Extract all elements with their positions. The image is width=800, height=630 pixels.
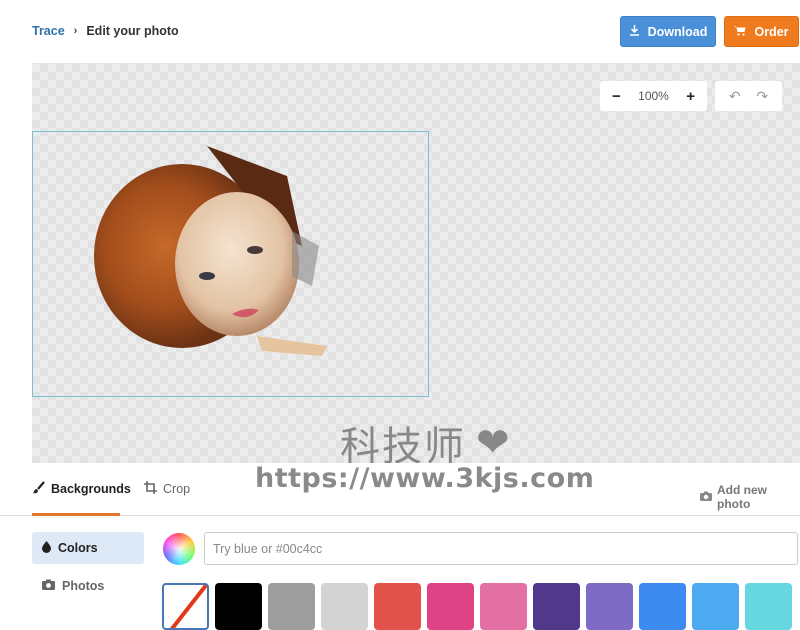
history-control: ↶ ↷ bbox=[715, 81, 782, 111]
sidebar-item-colors-label: Colors bbox=[58, 541, 98, 555]
tab-crop[interactable]: Crop bbox=[144, 481, 190, 497]
breadcrumb: Trace › Edit your photo bbox=[32, 24, 179, 38]
watermark-text: 科技师 ❤ bbox=[340, 414, 512, 463]
tab-backgrounds[interactable]: Backgrounds bbox=[32, 481, 131, 497]
color-swatch-cyan[interactable] bbox=[745, 583, 792, 630]
sidebar-item-photos-label: Photos bbox=[62, 579, 105, 593]
crop-icon bbox=[144, 481, 157, 497]
undo-icon[interactable]: ↶ bbox=[729, 88, 741, 105]
color-swatch-magenta[interactable] bbox=[427, 583, 474, 630]
redo-icon[interactable]: ↷ bbox=[756, 88, 768, 105]
zoom-control: − 100% + bbox=[600, 81, 707, 111]
color-swatch-gray[interactable] bbox=[268, 583, 315, 630]
download-label: Download bbox=[647, 24, 708, 39]
watermark-url: https://www.3kjs.com bbox=[255, 463, 595, 494]
brush-icon bbox=[32, 481, 45, 497]
download-button[interactable]: Download bbox=[620, 16, 716, 47]
active-tab-indicator bbox=[32, 513, 120, 516]
watermark-cn-text: 科技师 bbox=[340, 424, 466, 463]
background-type-sidebar: Colors Photos bbox=[32, 532, 144, 608]
download-icon bbox=[629, 24, 640, 39]
color-swatch-black[interactable] bbox=[215, 583, 262, 630]
camera-icon bbox=[42, 579, 55, 593]
sidebar-item-photos[interactable]: Photos bbox=[32, 570, 144, 602]
color-swatch-dark-purple[interactable] bbox=[533, 583, 580, 630]
drop-icon bbox=[42, 540, 51, 556]
color-search-input[interactable] bbox=[204, 532, 798, 565]
add-new-photo-button[interactable]: Add new photo bbox=[700, 483, 800, 511]
zoom-out-button[interactable]: − bbox=[612, 88, 621, 105]
color-swatch-lavender[interactable] bbox=[586, 583, 633, 630]
cart-icon bbox=[734, 25, 746, 39]
color-swatch-pink[interactable] bbox=[480, 583, 527, 630]
chevron-right-icon: › bbox=[73, 25, 78, 37]
color-swatch-blue[interactable] bbox=[639, 583, 686, 630]
color-wheel-picker[interactable] bbox=[163, 533, 195, 565]
zoom-in-button[interactable]: + bbox=[686, 88, 695, 105]
color-swatch-red[interactable] bbox=[374, 583, 421, 630]
color-swatch-sky-blue[interactable] bbox=[692, 583, 739, 630]
color-swatch-light-gray[interactable] bbox=[321, 583, 368, 630]
top-bar: Trace › Edit your photo Download Order bbox=[0, 0, 800, 63]
sidebar-item-colors[interactable]: Colors bbox=[32, 532, 144, 564]
order-label: Order bbox=[754, 24, 789, 39]
tab-backgrounds-label: Backgrounds bbox=[51, 482, 131, 496]
tab-crop-label: Crop bbox=[163, 482, 191, 496]
camera-icon bbox=[700, 490, 712, 504]
breadcrumb-current: Edit your photo bbox=[86, 24, 179, 38]
add-new-photo-label: Add new photo bbox=[717, 483, 767, 511]
photo-canvas[interactable]: − 100% + ↶ ↷ 科技师 ❤ bbox=[32, 63, 800, 463]
color-swatch-none[interactable] bbox=[162, 583, 209, 630]
order-button[interactable]: Order bbox=[724, 16, 799, 47]
color-swatch-grid bbox=[162, 583, 792, 630]
zoom-level: 100% bbox=[638, 89, 669, 103]
breadcrumb-trace-link[interactable]: Trace bbox=[32, 24, 65, 38]
pixelated-portrait-image bbox=[94, 146, 327, 356]
heart-icon: ❤ bbox=[476, 420, 512, 463]
